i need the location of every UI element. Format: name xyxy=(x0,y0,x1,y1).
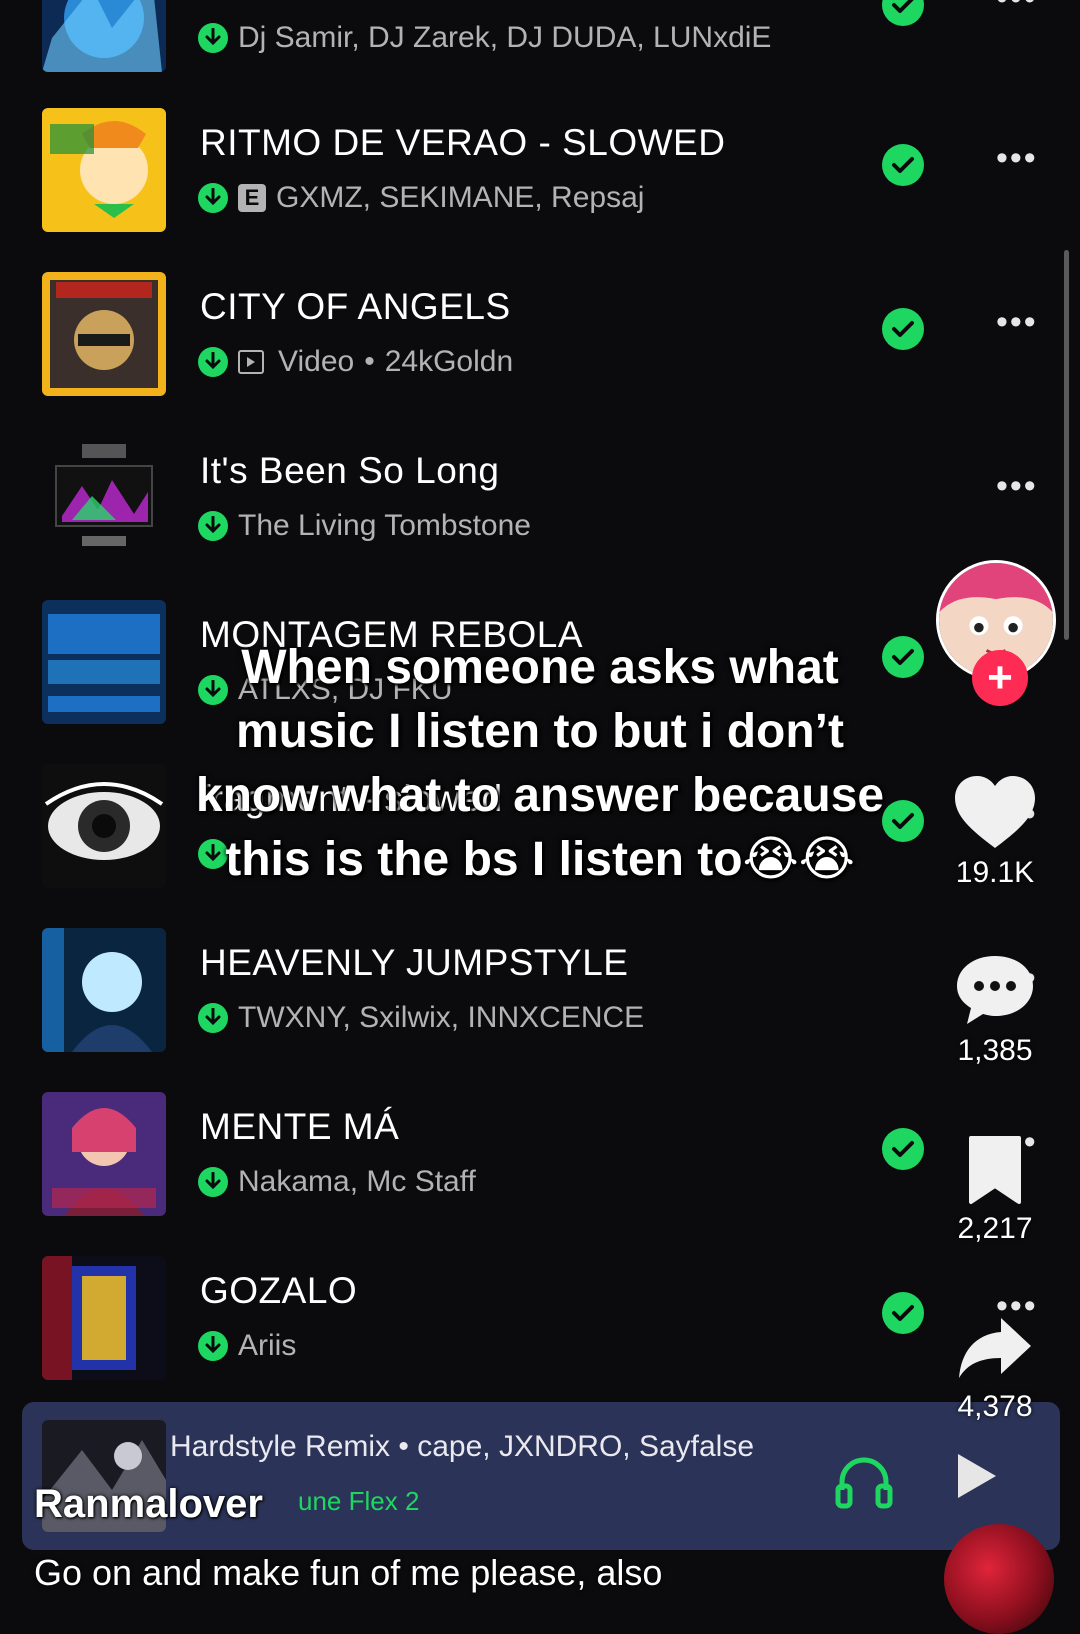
album-art xyxy=(42,108,166,232)
bookmark-icon xyxy=(969,1136,1021,1204)
check-circle-icon[interactable] xyxy=(882,308,924,350)
more-options-icon[interactable]: ••• xyxy=(996,141,1040,175)
bookmark-button[interactable]: 2,217 xyxy=(930,1134,1060,1246)
download-icon xyxy=(198,183,228,213)
comment-count: 1,385 xyxy=(957,1034,1033,1067)
check-circle-icon[interactable] xyxy=(882,1292,924,1334)
like-count: 19.1K xyxy=(955,856,1035,889)
share-button[interactable]: 4,378 xyxy=(930,1312,1060,1424)
list-item[interactable]: CITY OF ANGELS Video • 24kGoldn ••• xyxy=(0,272,1080,412)
album-art xyxy=(42,1092,166,1216)
now-playing-device: une Flex 2 xyxy=(298,1486,420,1516)
now-playing-bar[interactable]: Hardstyle Remix • cape, JXNDRO, Sayfalse… xyxy=(22,1402,1060,1550)
list-item[interactable]: HEAVENLY JUMPSTYLE TWXNY, Sxilwix, INNXC… xyxy=(0,928,1080,1068)
track-title: HEAVENLY JUMPSTYLE xyxy=(200,942,629,983)
video-caption: When someone asks what music I listen to… xyxy=(195,641,885,886)
video-description[interactable]: Go on and make fun of me please, also xyxy=(34,1552,662,1594)
like-button[interactable]: 19.1K xyxy=(930,774,1060,890)
more-options-icon[interactable]: ••• xyxy=(996,469,1040,503)
save-count: 2,217 xyxy=(957,1212,1033,1245)
album-art xyxy=(42,272,166,396)
list-item[interactable]: MENTE MÁ Nakama, Mc Staff ••• xyxy=(0,1092,1080,1232)
track-subtitle: The Living Tombstone xyxy=(198,508,531,544)
now-playing-title: Hardstyle Remix • cape, JXNDRO, Sayfalse xyxy=(170,1430,755,1463)
creator-avatar-group[interactable]: + xyxy=(936,560,1056,706)
download-icon xyxy=(198,347,228,377)
download-icon xyxy=(198,1003,228,1033)
list-item[interactable]: It's Been So Long The Living Tombstone •… xyxy=(0,436,1080,576)
track-subtitle: Video • 24kGoldn xyxy=(198,344,513,380)
track-artists: Nakama, Mc Staff xyxy=(238,1165,476,1198)
list-item[interactable]: Dj Samir, DJ Zarek, DJ DUDA, LUNxdiE ••• xyxy=(0,0,1080,88)
scrollbar[interactable] xyxy=(1064,250,1069,640)
music-disc-icon[interactable] xyxy=(944,1524,1054,1634)
share-icon xyxy=(959,1318,1031,1378)
video-icon xyxy=(238,350,264,374)
check-circle-icon[interactable] xyxy=(882,0,924,26)
album-art xyxy=(42,600,166,724)
track-title: MENTE MÁ xyxy=(200,1106,400,1147)
track-type: Video xyxy=(278,345,355,378)
download-icon xyxy=(198,23,228,53)
album-art xyxy=(42,928,166,1052)
track-artists: 24kGoldn xyxy=(384,345,514,378)
track-artists: Ariis xyxy=(238,1329,297,1362)
track-title: CITY OF ANGELS xyxy=(200,286,511,327)
comment-button[interactable]: 1,385 xyxy=(930,952,1060,1068)
more-options-icon[interactable]: ••• xyxy=(996,0,1040,15)
creator-username[interactable]: Ranmalover xyxy=(34,1482,263,1527)
headphones-icon[interactable] xyxy=(834,1454,894,1515)
album-art xyxy=(42,764,166,888)
list-item[interactable]: RITMO DE VERAO - SLOWED E GXMZ, SEKIMANE… xyxy=(0,108,1080,248)
track-subtitle: E GXMZ, SEKIMANE, Repsaj xyxy=(198,180,644,216)
track-artists: GXMZ, SEKIMANE, Repsaj xyxy=(276,181,645,214)
list-item[interactable]: GOZALO Ariis ••• xyxy=(0,1256,1080,1396)
track-title: GOZALO xyxy=(200,1270,358,1311)
track-title: RITMO DE VERAO - SLOWED xyxy=(200,122,726,163)
check-circle-icon[interactable] xyxy=(882,1128,924,1170)
track-title: It's Been So Long xyxy=(200,450,500,491)
track-subtitle: Dj Samir, DJ Zarek, DJ DUDA, LUNxdiE xyxy=(198,20,771,56)
heart-icon xyxy=(955,776,1035,848)
track-subtitle: TWXNY, Sxilwix, INNXCENCE xyxy=(198,1000,644,1036)
check-circle-icon[interactable] xyxy=(882,144,924,186)
play-icon[interactable] xyxy=(952,1450,1000,1507)
follow-button[interactable]: + xyxy=(972,650,1028,706)
download-icon xyxy=(198,511,228,541)
comment-icon xyxy=(957,956,1033,1024)
download-icon xyxy=(198,1331,228,1361)
album-art xyxy=(42,0,166,72)
track-artists: The Living Tombstone xyxy=(238,509,531,542)
album-art xyxy=(42,1256,166,1380)
explicit-badge: E xyxy=(238,184,266,212)
track-subtitle: Ariis xyxy=(198,1328,296,1364)
track-artists: Dj Samir, DJ Zarek, DJ DUDA, LUNxdiE xyxy=(238,21,772,54)
more-options-icon[interactable]: ••• xyxy=(996,305,1040,339)
separator: • xyxy=(364,345,375,378)
download-icon xyxy=(198,1167,228,1197)
album-art xyxy=(42,436,166,560)
share-count: 4,378 xyxy=(957,1390,1033,1423)
track-subtitle: Nakama, Mc Staff xyxy=(198,1164,476,1200)
track-artists: TWXNY, Sxilwix, INNXCENCE xyxy=(238,1001,645,1034)
